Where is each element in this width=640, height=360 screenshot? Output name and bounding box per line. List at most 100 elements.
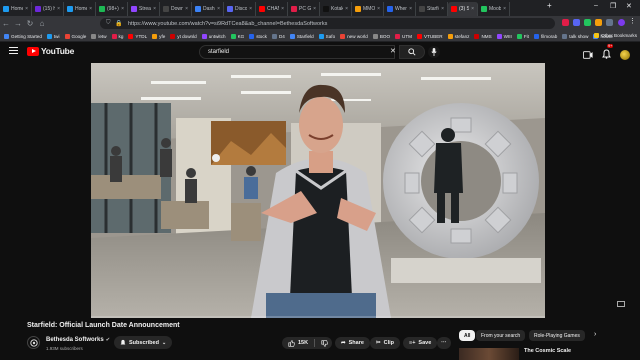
extension-icon[interactable]	[595, 19, 602, 26]
share-button[interactable]: ➦ Share	[335, 337, 370, 349]
browser-tab[interactable]: Where×	[384, 2, 416, 16]
bookmark-item[interactable]: NMS	[474, 33, 492, 39]
close-tab-icon[interactable]: ×	[313, 6, 316, 12]
miniplayer-icon[interactable]	[617, 301, 625, 307]
bookmark-item[interactable]: yfe	[152, 33, 165, 39]
close-tab-icon[interactable]: ×	[25, 6, 28, 12]
forward-icon[interactable]: →	[12, 19, 24, 28]
browser-tab[interactable]: DashMo×	[192, 2, 224, 16]
close-tab-icon[interactable]: ×	[249, 6, 252, 12]
close-tab-icon[interactable]: ×	[153, 6, 156, 12]
bookmark-item[interactable]: yt downld	[170, 33, 197, 39]
browser-tab[interactable]: Downlo×	[160, 2, 192, 16]
close-tab-icon[interactable]: ×	[281, 6, 284, 12]
close-tab-icon[interactable]: ×	[185, 6, 188, 12]
close-tab-icon[interactable]: ×	[89, 6, 92, 12]
create-video-icon[interactable]	[583, 51, 593, 59]
video-player[interactable]	[91, 63, 545, 318]
browser-tab[interactable]: Kotaku×	[320, 2, 352, 16]
bookmark-item[interactable]: WIII	[496, 33, 512, 39]
like-button[interactable]: 15K	[288, 339, 308, 347]
bookmark-item[interactable]: YTDL	[128, 33, 147, 39]
bookmark-item[interactable]: Safo	[318, 33, 335, 39]
extension-icon[interactable]	[573, 19, 580, 26]
recommended-video-title[interactable]: The Cosmic Scale	[524, 348, 571, 354]
menu-icon[interactable]: ⋮	[629, 17, 636, 25]
close-tab-icon[interactable]: ×	[503, 6, 506, 12]
home-icon[interactable]: ⌂	[36, 19, 48, 28]
minimize-icon[interactable]: –	[594, 2, 598, 9]
more-actions-button[interactable]: ⋯	[437, 337, 451, 349]
bookmark-item[interactable]: new world	[340, 33, 368, 39]
close-tab-icon[interactable]: ×	[377, 6, 380, 12]
close-tab-icon[interactable]: ×	[471, 6, 474, 12]
reload-icon[interactable]: ↻	[24, 19, 36, 28]
channel-avatar[interactable]	[27, 336, 40, 349]
recommended-video-thumbnail[interactable]	[459, 348, 519, 360]
youtube-logo[interactable]: YouTube	[27, 46, 74, 56]
hamburger-menu-icon[interactable]	[9, 47, 18, 56]
new-tab-icon[interactable]: +	[547, 1, 552, 10]
maximize-icon[interactable]: ❐	[610, 2, 616, 10]
subscribe-button[interactable]: Subscribed ⌄	[114, 336, 173, 349]
extension-icon[interactable]	[562, 19, 569, 26]
bookmark-item[interactable]: Getting Started	[4, 33, 42, 39]
chip-from-your-search[interactable]: From your search	[476, 330, 526, 341]
chip-all[interactable]: All	[459, 330, 476, 341]
browser-tab[interactable]: Starfield |×	[416, 2, 448, 16]
close-tab-icon[interactable]: ×	[409, 6, 412, 12]
bookmark-item[interactable]: VTUBER	[416, 33, 443, 39]
browser-tab[interactable]: Home /×	[64, 2, 96, 16]
browser-tab[interactable]: Stream×	[128, 2, 160, 16]
browser-tab[interactable]: CHANN×	[256, 2, 288, 16]
bookmark-item[interactable]: Fit	[516, 33, 529, 39]
close-tab-icon[interactable]: ×	[441, 6, 444, 12]
bookmark-item[interactable]: UTM	[395, 33, 412, 39]
close-tab-icon[interactable]: ×	[217, 6, 220, 12]
browser-tab[interactable]: (3) St×	[448, 2, 478, 16]
browser-tab[interactable]: (15) Ho×	[32, 2, 64, 16]
close-tab-icon[interactable]: ×	[57, 6, 60, 12]
search-button[interactable]	[399, 45, 425, 59]
bookmark-item[interactable]: talk show	[562, 33, 588, 39]
account-avatar[interactable]	[620, 50, 630, 60]
extension-icon[interactable]	[584, 19, 591, 26]
bookmark-item[interactable]: Google	[64, 33, 86, 39]
channel-name[interactable]: Bethesda Softworks ✔	[46, 337, 110, 343]
browser-tab[interactable]: Discord×	[224, 2, 256, 16]
back-icon[interactable]: ←	[0, 19, 12, 28]
search-input[interactable]: starfield	[199, 45, 395, 59]
bookmark-item[interactable]: untwitch	[201, 33, 226, 39]
close-tab-icon[interactable]: ×	[345, 6, 348, 12]
bookmark-item[interactable]: letw	[91, 33, 107, 39]
save-button[interactable]: ≡+ Save	[403, 337, 438, 349]
notifications-button[interactable]: 9+	[602, 44, 614, 64]
browser-tab[interactable]: (98+) Cl×	[96, 2, 128, 16]
bookmark-item[interactable]: twi	[46, 33, 60, 39]
voice-search-button[interactable]	[428, 46, 440, 58]
bookmark-item[interactable]: Starfield	[289, 33, 314, 39]
other-bookmarks[interactable]: Other Bookmarks	[594, 33, 637, 38]
bookmark-item[interactable]: stefanz	[447, 33, 469, 39]
profile-icon[interactable]	[618, 19, 625, 26]
browser-tab[interactable]: MMO V×	[352, 2, 384, 16]
bookmark-item[interactable]: kg	[111, 33, 123, 39]
close-tab-icon[interactable]: ×	[121, 6, 124, 12]
bookmark-item[interactable]: filmorab	[533, 33, 557, 39]
chip-role-playing-games[interactable]: Role-Playing Games	[529, 330, 585, 341]
browser-tab[interactable]: Moobot×	[478, 2, 510, 16]
close-window-icon[interactable]: ✕	[626, 2, 632, 10]
chevron-right-icon[interactable]: ›	[594, 331, 596, 338]
browser-tab[interactable]: PC Gam×	[288, 2, 320, 16]
thumbs-down-icon[interactable]	[321, 339, 328, 347]
bookmark-item[interactable]: stock	[249, 33, 267, 39]
video-progress-bar[interactable]	[91, 316, 545, 318]
clear-search-icon[interactable]: ✕	[390, 47, 396, 55]
bookmark-item[interactable]: D4	[271, 33, 285, 39]
bookmark-item[interactable]: BOO	[372, 33, 390, 39]
bookmark-item[interactable]: KG	[230, 33, 244, 39]
address-bar[interactable]: ⛉ 🔒 https://www.youtube.com/watch?v=si9R…	[100, 18, 555, 29]
browser-tab[interactable]: Home /×	[0, 2, 32, 16]
clip-button[interactable]: ✂ Clip	[370, 337, 400, 349]
puzzle-icon[interactable]	[606, 19, 613, 26]
